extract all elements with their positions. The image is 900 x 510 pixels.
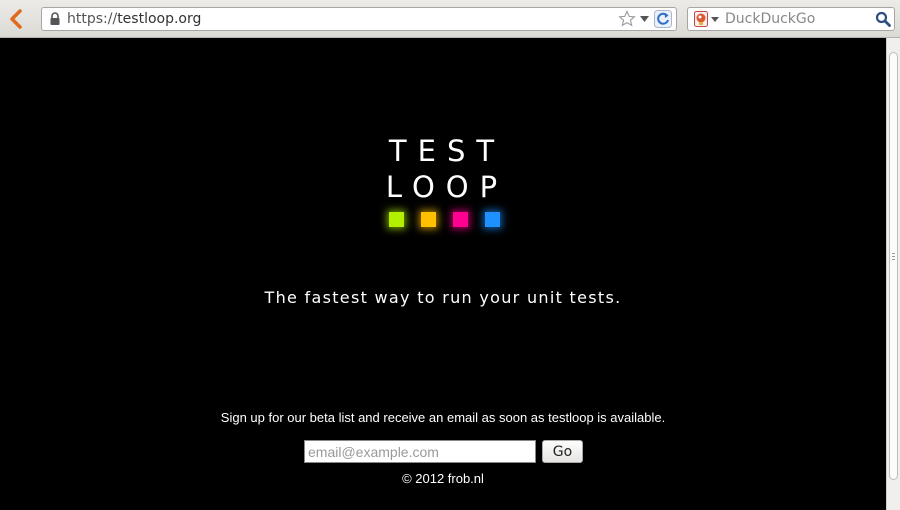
logo-square-yellow [421, 212, 436, 227]
lock-icon [50, 12, 60, 25]
copyright: © 2012 frob.nl [402, 471, 484, 486]
go-button[interactable]: Go [542, 440, 583, 463]
logo-square-pink [453, 212, 468, 227]
back-icon [10, 9, 22, 29]
logo-square-blue [485, 212, 500, 227]
dropmarker-icon[interactable] [640, 16, 649, 22]
url-bar[interactable]: https://testloop.org [41, 7, 677, 31]
logo-text-line2: LOOP [385, 170, 509, 204]
signup-description: Sign up for our beta list and receive an… [220, 410, 666, 425]
url-scheme: https:// [67, 11, 118, 27]
search-engine-icon[interactable] [694, 11, 708, 27]
tagline: The fastest way to run your unit tests. [264, 288, 622, 307]
grip-icon [892, 253, 895, 260]
url-host: testloop.org [117, 11, 202, 27]
email-input[interactable] [304, 440, 536, 463]
search-bar[interactable]: DuckDuckGo [687, 7, 895, 31]
back-button[interactable] [6, 8, 28, 30]
logo-text-line1: TEST [388, 134, 506, 168]
logo-squares [389, 212, 501, 228]
reload-icon[interactable] [654, 10, 672, 28]
browser-toolbar: https://testloop.org DuckDuckGo [0, 0, 900, 38]
vertical-scrollbar[interactable] [886, 38, 900, 510]
url-text[interactable]: https://testloop.org [67, 11, 201, 27]
star-icon[interactable] [618, 10, 636, 28]
search-placeholder[interactable]: DuckDuckGo [725, 11, 815, 27]
scrollbar-thumb[interactable] [889, 52, 898, 480]
magnifier-icon[interactable] [875, 11, 891, 27]
engine-dropdown-icon[interactable] [711, 17, 719, 22]
page-content: TEST LOOP The fastest way to run your un… [0, 38, 886, 510]
logo-square-green [389, 212, 404, 227]
